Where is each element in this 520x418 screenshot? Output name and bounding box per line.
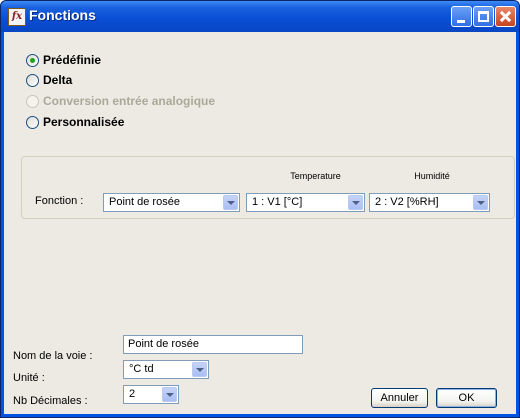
temperature-select-value: 1 : V1 [°C] — [252, 196, 303, 208]
close-button[interactable] — [495, 6, 516, 27]
radio-unchecked-icon[interactable] — [26, 116, 39, 129]
decimales-label: Nb Décimales : — [13, 395, 88, 407]
maximize-icon — [478, 11, 489, 22]
maximize-button[interactable] — [473, 6, 494, 27]
radio-checked-icon[interactable] — [26, 54, 39, 67]
unite-select[interactable]: °C td — [123, 360, 209, 379]
nom-voie-value: Point de rosée — [128, 338, 199, 350]
window-title: Fonctions — [29, 7, 96, 23]
title-bar[interactable]: fx Fonctions — [1, 1, 519, 32]
minimize-icon — [457, 20, 465, 23]
close-icon — [500, 11, 511, 22]
chevron-down-icon[interactable] — [348, 195, 363, 210]
fonction-label: Fonction : — [35, 195, 84, 207]
chevron-down-icon[interactable] — [473, 195, 488, 210]
chevron-down-icon[interactable] — [162, 387, 177, 402]
cancel-button[interactable]: Annuler — [371, 388, 428, 408]
nom-voie-input[interactable]: Point de rosée — [123, 335, 303, 354]
temperature-header: Temperature — [290, 171, 341, 181]
unite-label: Unité : — [13, 372, 45, 384]
ok-button[interactable]: OK — [436, 388, 497, 408]
fx-icon: fx — [8, 8, 26, 26]
decimales-select[interactable]: 2 — [123, 385, 179, 404]
decimales-select-value: 2 — [129, 388, 136, 400]
radio-unchecked-icon[interactable] — [26, 74, 39, 87]
chevron-down-icon[interactable] — [192, 362, 207, 377]
radio-disabled-icon — [26, 95, 39, 108]
minimize-button[interactable] — [451, 6, 472, 27]
unite-select-value: °C td — [129, 363, 154, 375]
fonction-group: Temperature Humidité Fonction : Point de… — [21, 156, 515, 219]
fonctions-dialog: fx Fonctions Prédéfinie Delta Conversion… — [0, 0, 520, 418]
fonction-select-value: Point de rosée — [109, 196, 180, 208]
chevron-down-icon[interactable] — [223, 195, 238, 210]
nom-voie-label: Nom de la voie : — [13, 350, 93, 362]
fonction-select[interactable]: Point de rosée — [103, 193, 240, 212]
humidite-header: Humidité — [414, 171, 450, 181]
radio-label: Personnalisée — [43, 115, 125, 129]
temperature-select[interactable]: 1 : V1 [°C] — [246, 193, 365, 212]
dialog-body: Prédéfinie Delta Conversion entrée analo… — [4, 32, 516, 414]
radio-label: Delta — [43, 73, 73, 87]
humidite-select-value: 2 : V2 [%RH] — [375, 196, 439, 208]
humidite-select[interactable]: 2 : V2 [%RH] — [369, 193, 490, 212]
radio-label: Prédéfinie — [43, 53, 102, 67]
radio-label: Conversion entrée analogique — [43, 94, 216, 108]
